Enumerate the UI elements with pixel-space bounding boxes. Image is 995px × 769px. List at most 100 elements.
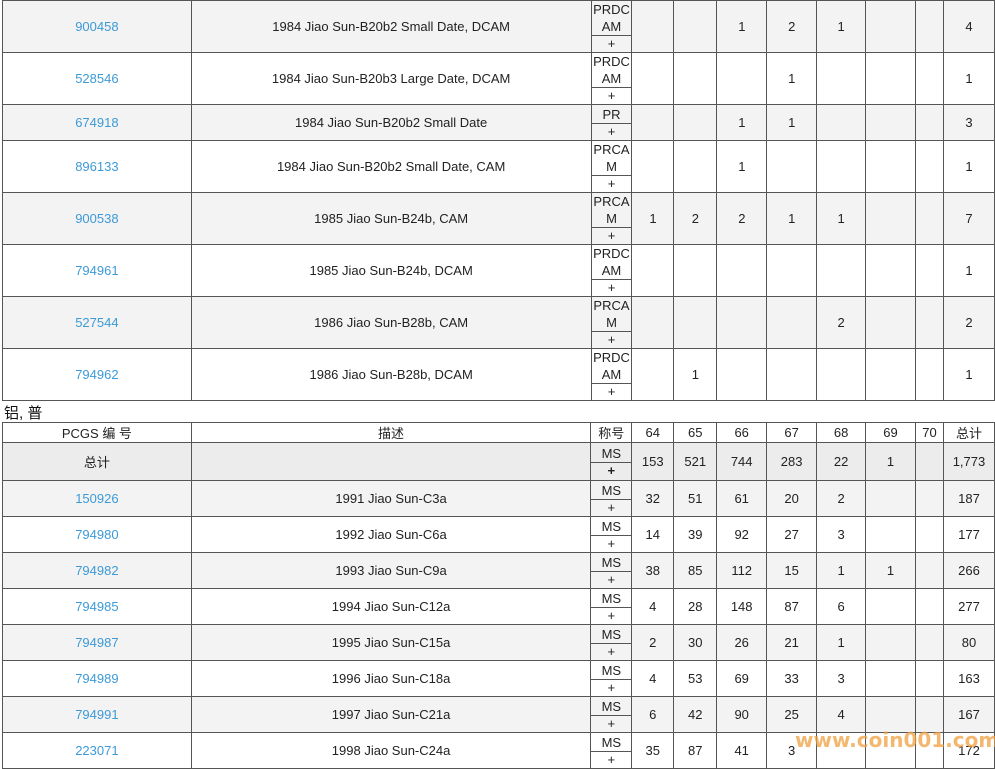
pcgs-id-cell[interactable]: 223071	[2, 732, 192, 769]
grade-count-69	[865, 0, 917, 53]
pcgs-id-link[interactable]: 900458	[75, 19, 118, 34]
pcgs-id-link[interactable]: 794961	[75, 263, 118, 278]
pcgs-id-cell[interactable]: 900538	[2, 192, 192, 245]
grade-plus-toggle[interactable]: +	[592, 88, 631, 104]
grade-count-69	[865, 140, 917, 193]
grade-count-66	[716, 244, 768, 297]
table-row: 674918 1984 Jiao Sun-B20b2 Small Date PR +1…	[2, 104, 995, 141]
grade-label: MS	[591, 554, 631, 572]
grade-count-69	[865, 104, 917, 141]
grade-count-64: 4	[631, 588, 675, 625]
header-pcgs-id: PCGS 编 号	[2, 422, 192, 443]
grade-count-70	[915, 104, 944, 141]
pcgs-id-link[interactable]: 528546	[75, 71, 118, 86]
grade-cell: MS +	[590, 660, 633, 697]
grade-plus-toggle[interactable]: +	[592, 500, 631, 516]
grade-label: MS	[591, 626, 631, 644]
grade-plus-toggle[interactable]: +	[592, 752, 631, 768]
pcgs-id-cell[interactable]: 794961	[2, 244, 192, 297]
grade-count-66: 112	[716, 552, 768, 589]
grade-label: MS	[591, 734, 631, 752]
grade-cell: PRCAM +	[590, 192, 633, 245]
grade-count-66	[716, 296, 768, 349]
grade-plus-toggle[interactable]: +	[592, 680, 631, 696]
pcgs-id-link[interactable]: 674918	[75, 115, 118, 130]
grade-plus-toggle[interactable]: +	[592, 644, 631, 660]
grade-plus-toggle[interactable]: +	[592, 608, 631, 624]
header-70: 70	[914, 422, 944, 443]
pcgs-id-cell[interactable]: 896133	[2, 140, 192, 193]
grade-cell: PRDCAM +	[590, 52, 633, 105]
pcgs-id-cell[interactable]: 794962	[2, 348, 192, 401]
grade-cell: PRCAM +	[590, 140, 633, 193]
description-cell: 1996 Jiao Sun-C18a	[190, 660, 592, 697]
pcgs-id-cell[interactable]: 794985	[2, 588, 192, 625]
row-total-cell: 163	[942, 660, 995, 697]
grade-plus-toggle[interactable]: +	[592, 36, 631, 52]
description-cell: 1993 Jiao Sun-C9a	[190, 552, 592, 589]
grade-count-69	[865, 296, 917, 349]
grade-plus-toggle[interactable]: +	[592, 280, 631, 296]
pcgs-id-link[interactable]: 896133	[75, 159, 118, 174]
grade-plus-toggle[interactable]: +	[592, 124, 631, 140]
row-total-cell: 187	[942, 480, 995, 517]
table-row: 794987 1995 Jiao Sun-C15a MS +2 30 26 21 1 80	[2, 624, 995, 661]
grade-count-67: 20	[766, 480, 818, 517]
grade-count-68	[816, 244, 867, 297]
grade-count-65: 30	[673, 624, 718, 661]
header-66: 66	[716, 422, 768, 443]
grade-count-68: 1	[816, 192, 867, 245]
pcgs-id-link[interactable]: 794989	[75, 671, 118, 686]
grade-count-67: 1	[766, 104, 818, 141]
aluminum-population-table: PCGS 编 号 描述 称号 64 65 66 67 68 69 70 总计 总…	[2, 422, 995, 769]
grade-plus-toggle[interactable]: +	[592, 176, 631, 192]
pcgs-id-cell[interactable]: 794987	[2, 624, 192, 661]
totals-70	[914, 442, 944, 481]
header-64: 64	[631, 422, 675, 443]
grade-count-65: 2	[673, 192, 718, 245]
grade-count-66: 26	[716, 624, 768, 661]
pcgs-id-cell[interactable]: 528546	[2, 52, 192, 105]
table-row: 794961 1985 Jiao Sun-B24b, DCAM PRDCAM +1	[2, 244, 995, 297]
row-total-cell: 1	[942, 140, 995, 193]
pcgs-id-link[interactable]: 900538	[75, 211, 118, 226]
grade-cell: PRDCAM +	[590, 348, 633, 401]
pcgs-id-cell[interactable]: 794982	[2, 552, 192, 589]
pcgs-id-link[interactable]: 794991	[75, 707, 118, 722]
grade-count-64	[631, 296, 675, 349]
grade-plus-toggle[interactable]: +	[592, 572, 631, 588]
pcgs-id-link[interactable]: 794982	[75, 563, 118, 578]
pcgs-id-link[interactable]: 527544	[75, 315, 118, 330]
description-cell: 1984 Jiao Sun-B20b2 Small Date, DCAM	[190, 0, 592, 53]
grade-cell: PRCAM +	[590, 296, 633, 349]
pcgs-id-link[interactable]: 150926	[75, 491, 118, 506]
pcgs-id-link[interactable]: 223071	[75, 743, 118, 758]
pcgs-id-cell[interactable]: 794989	[2, 660, 192, 697]
grade-plus-toggle[interactable]: +	[592, 716, 631, 732]
row-total-cell: 1	[942, 244, 995, 297]
row-total-cell: 3	[942, 104, 995, 141]
pcgs-id-link[interactable]: 794987	[75, 635, 118, 650]
grade-plus-toggle[interactable]: +	[592, 384, 631, 400]
pcgs-id-cell[interactable]: 674918	[2, 104, 192, 141]
grade-label: PR	[592, 106, 631, 124]
pcgs-id-link[interactable]: 794980	[75, 527, 118, 542]
grade-cell: PR +	[590, 104, 633, 141]
pcgs-id-link[interactable]: 794985	[75, 599, 118, 614]
grade-label: PRDCAM	[592, 350, 631, 384]
grade-count-66: 41	[716, 732, 768, 769]
grade-count-65	[673, 296, 718, 349]
grade-plus-toggle[interactable]: +	[592, 332, 631, 348]
pcgs-id-link[interactable]: 794962	[75, 367, 118, 382]
pcgs-id-cell[interactable]: 794991	[2, 696, 192, 733]
description-cell: 1998 Jiao Sun-C24a	[190, 732, 592, 769]
grade-plus-toggle[interactable]: +	[592, 536, 631, 552]
pcgs-id-cell[interactable]: 794980	[2, 516, 192, 553]
pcgs-id-cell[interactable]: 527544	[2, 296, 192, 349]
grade-plus-toggle[interactable]: +	[592, 228, 631, 244]
grade-count-64: 4	[631, 660, 675, 697]
grade-count-67: 2	[766, 0, 818, 53]
pcgs-id-cell[interactable]: 900458	[2, 0, 192, 53]
grade-label: PRCAM	[592, 142, 631, 176]
pcgs-id-cell[interactable]: 150926	[2, 480, 192, 517]
